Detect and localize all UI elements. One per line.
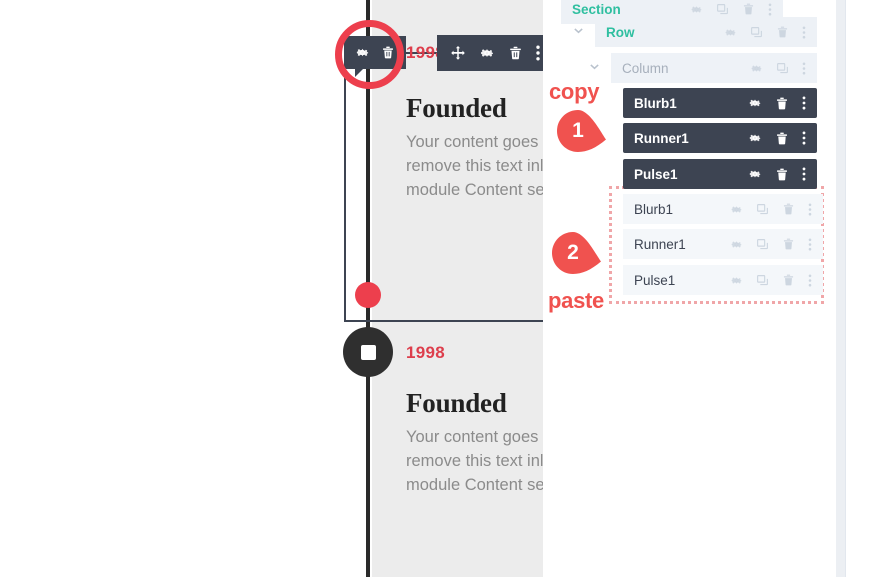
entry-year: 1998: [406, 343, 446, 362]
entry-headline: Founded: [406, 93, 507, 123]
trash-icon[interactable]: [775, 167, 789, 182]
layer-row-label: Pulse1: [634, 272, 676, 288]
layer-row-label: Blurb1: [634, 201, 674, 217]
more-options-icon[interactable]: [802, 61, 806, 75]
trash-icon[interactable]: [775, 131, 789, 146]
duplicate-icon[interactable]: [756, 274, 769, 287]
annotation-badge-2-number: 2: [567, 241, 579, 264]
layer-row-actions: [724, 25, 806, 39]
gear-icon[interactable]: [724, 26, 737, 39]
gear-icon[interactable]: [748, 96, 762, 110]
layer-row[interactable]: Runner1: [623, 123, 817, 153]
layer-row[interactable]: Column: [590, 53, 817, 83]
layer-row[interactable]: Pulse1: [623, 265, 823, 295]
trash-icon[interactable]: [776, 25, 789, 39]
trash-icon[interactable]: [782, 273, 795, 287]
duplicate-icon[interactable]: [716, 3, 729, 16]
page-canvas: 1998 Founded Your content goes here. Edi…: [0, 0, 543, 577]
annotation-paste-label: paste: [548, 288, 604, 313]
layer-row-label: Section: [572, 1, 621, 17]
more-options-icon[interactable]: [802, 96, 806, 110]
gear-icon[interactable]: [690, 3, 703, 16]
duplicate-icon[interactable]: [776, 62, 789, 75]
layer-row-label: Blurb1: [634, 95, 677, 111]
more-options-icon[interactable]: [536, 45, 540, 61]
annotation-badge-1-number: 1: [572, 119, 584, 142]
move-icon[interactable]: [450, 45, 466, 61]
timeline-dot-small: [355, 282, 381, 308]
timeline-dot-inner-square: [360, 344, 376, 360]
more-options-icon[interactable]: [808, 202, 812, 216]
screenshot-root: 1998 Founded Your content goes here. Edi…: [0, 0, 880, 577]
layer-row-label: Column: [622, 60, 669, 76]
layer-row-actions: [750, 61, 806, 75]
duplicate-icon[interactable]: [756, 238, 769, 251]
trash-icon[interactable]: [775, 96, 789, 111]
entry-body: Your content goes here. Edit or remove t…: [406, 133, 543, 199]
entry-headline: Founded: [406, 388, 507, 418]
gear-icon[interactable]: [748, 131, 762, 145]
entry-body: Your content goes here. Edit or remove t…: [406, 428, 543, 494]
duplicate-icon[interactable]: [750, 26, 763, 39]
layer-row[interactable]: Pulse1: [623, 159, 817, 189]
trash-icon[interactable]: [742, 2, 755, 16]
more-options-icon[interactable]: [802, 167, 806, 181]
layer-row-actions: [730, 237, 812, 251]
layer-row-actions: [748, 167, 806, 182]
highlight-ring-annotation: [335, 20, 404, 89]
gear-icon[interactable]: [479, 45, 495, 61]
layer-row[interactable]: Runner1: [623, 229, 823, 259]
layer-row[interactable]: Blurb1: [623, 88, 817, 118]
layer-row-label: Pulse1: [634, 166, 678, 182]
layer-row-label: Runner1: [634, 130, 689, 146]
trash-icon[interactable]: [782, 202, 795, 216]
layer-row[interactable]: Row: [574, 17, 817, 47]
annotation-badge-1: 1: [557, 110, 613, 152]
gear-icon[interactable]: [730, 274, 743, 287]
layer-row-label: Runner1: [634, 236, 686, 252]
layer-row-actions: [690, 2, 772, 16]
more-options-icon[interactable]: [802, 131, 806, 145]
gear-icon[interactable]: [730, 238, 743, 251]
layer-row-actions: [730, 273, 812, 287]
trash-icon[interactable]: [508, 45, 523, 61]
chevron-down-icon[interactable]: [589, 59, 600, 77]
annotation-badge-2: 2: [552, 232, 608, 274]
more-options-icon[interactable]: [802, 25, 806, 39]
gear-icon[interactable]: [730, 203, 743, 216]
layer-row-actions: [748, 131, 806, 146]
layer-row-actions: [748, 96, 806, 111]
annotation-copy-label: copy: [549, 79, 600, 104]
gear-icon[interactable]: [748, 167, 762, 181]
more-options-icon[interactable]: [808, 273, 812, 287]
module-floating-toolbar[interactable]: [437, 35, 543, 71]
timeline-dot-large: [343, 327, 393, 377]
layer-row-actions: [730, 202, 812, 216]
chevron-down-icon[interactable]: [573, 23, 584, 41]
layer-row-label: Row: [606, 24, 635, 40]
more-options-icon[interactable]: [808, 237, 812, 251]
more-options-icon[interactable]: [768, 2, 772, 16]
gear-icon[interactable]: [750, 62, 763, 75]
duplicate-icon[interactable]: [756, 203, 769, 216]
layer-row[interactable]: Blurb1: [623, 194, 823, 224]
trash-icon[interactable]: [782, 237, 795, 251]
